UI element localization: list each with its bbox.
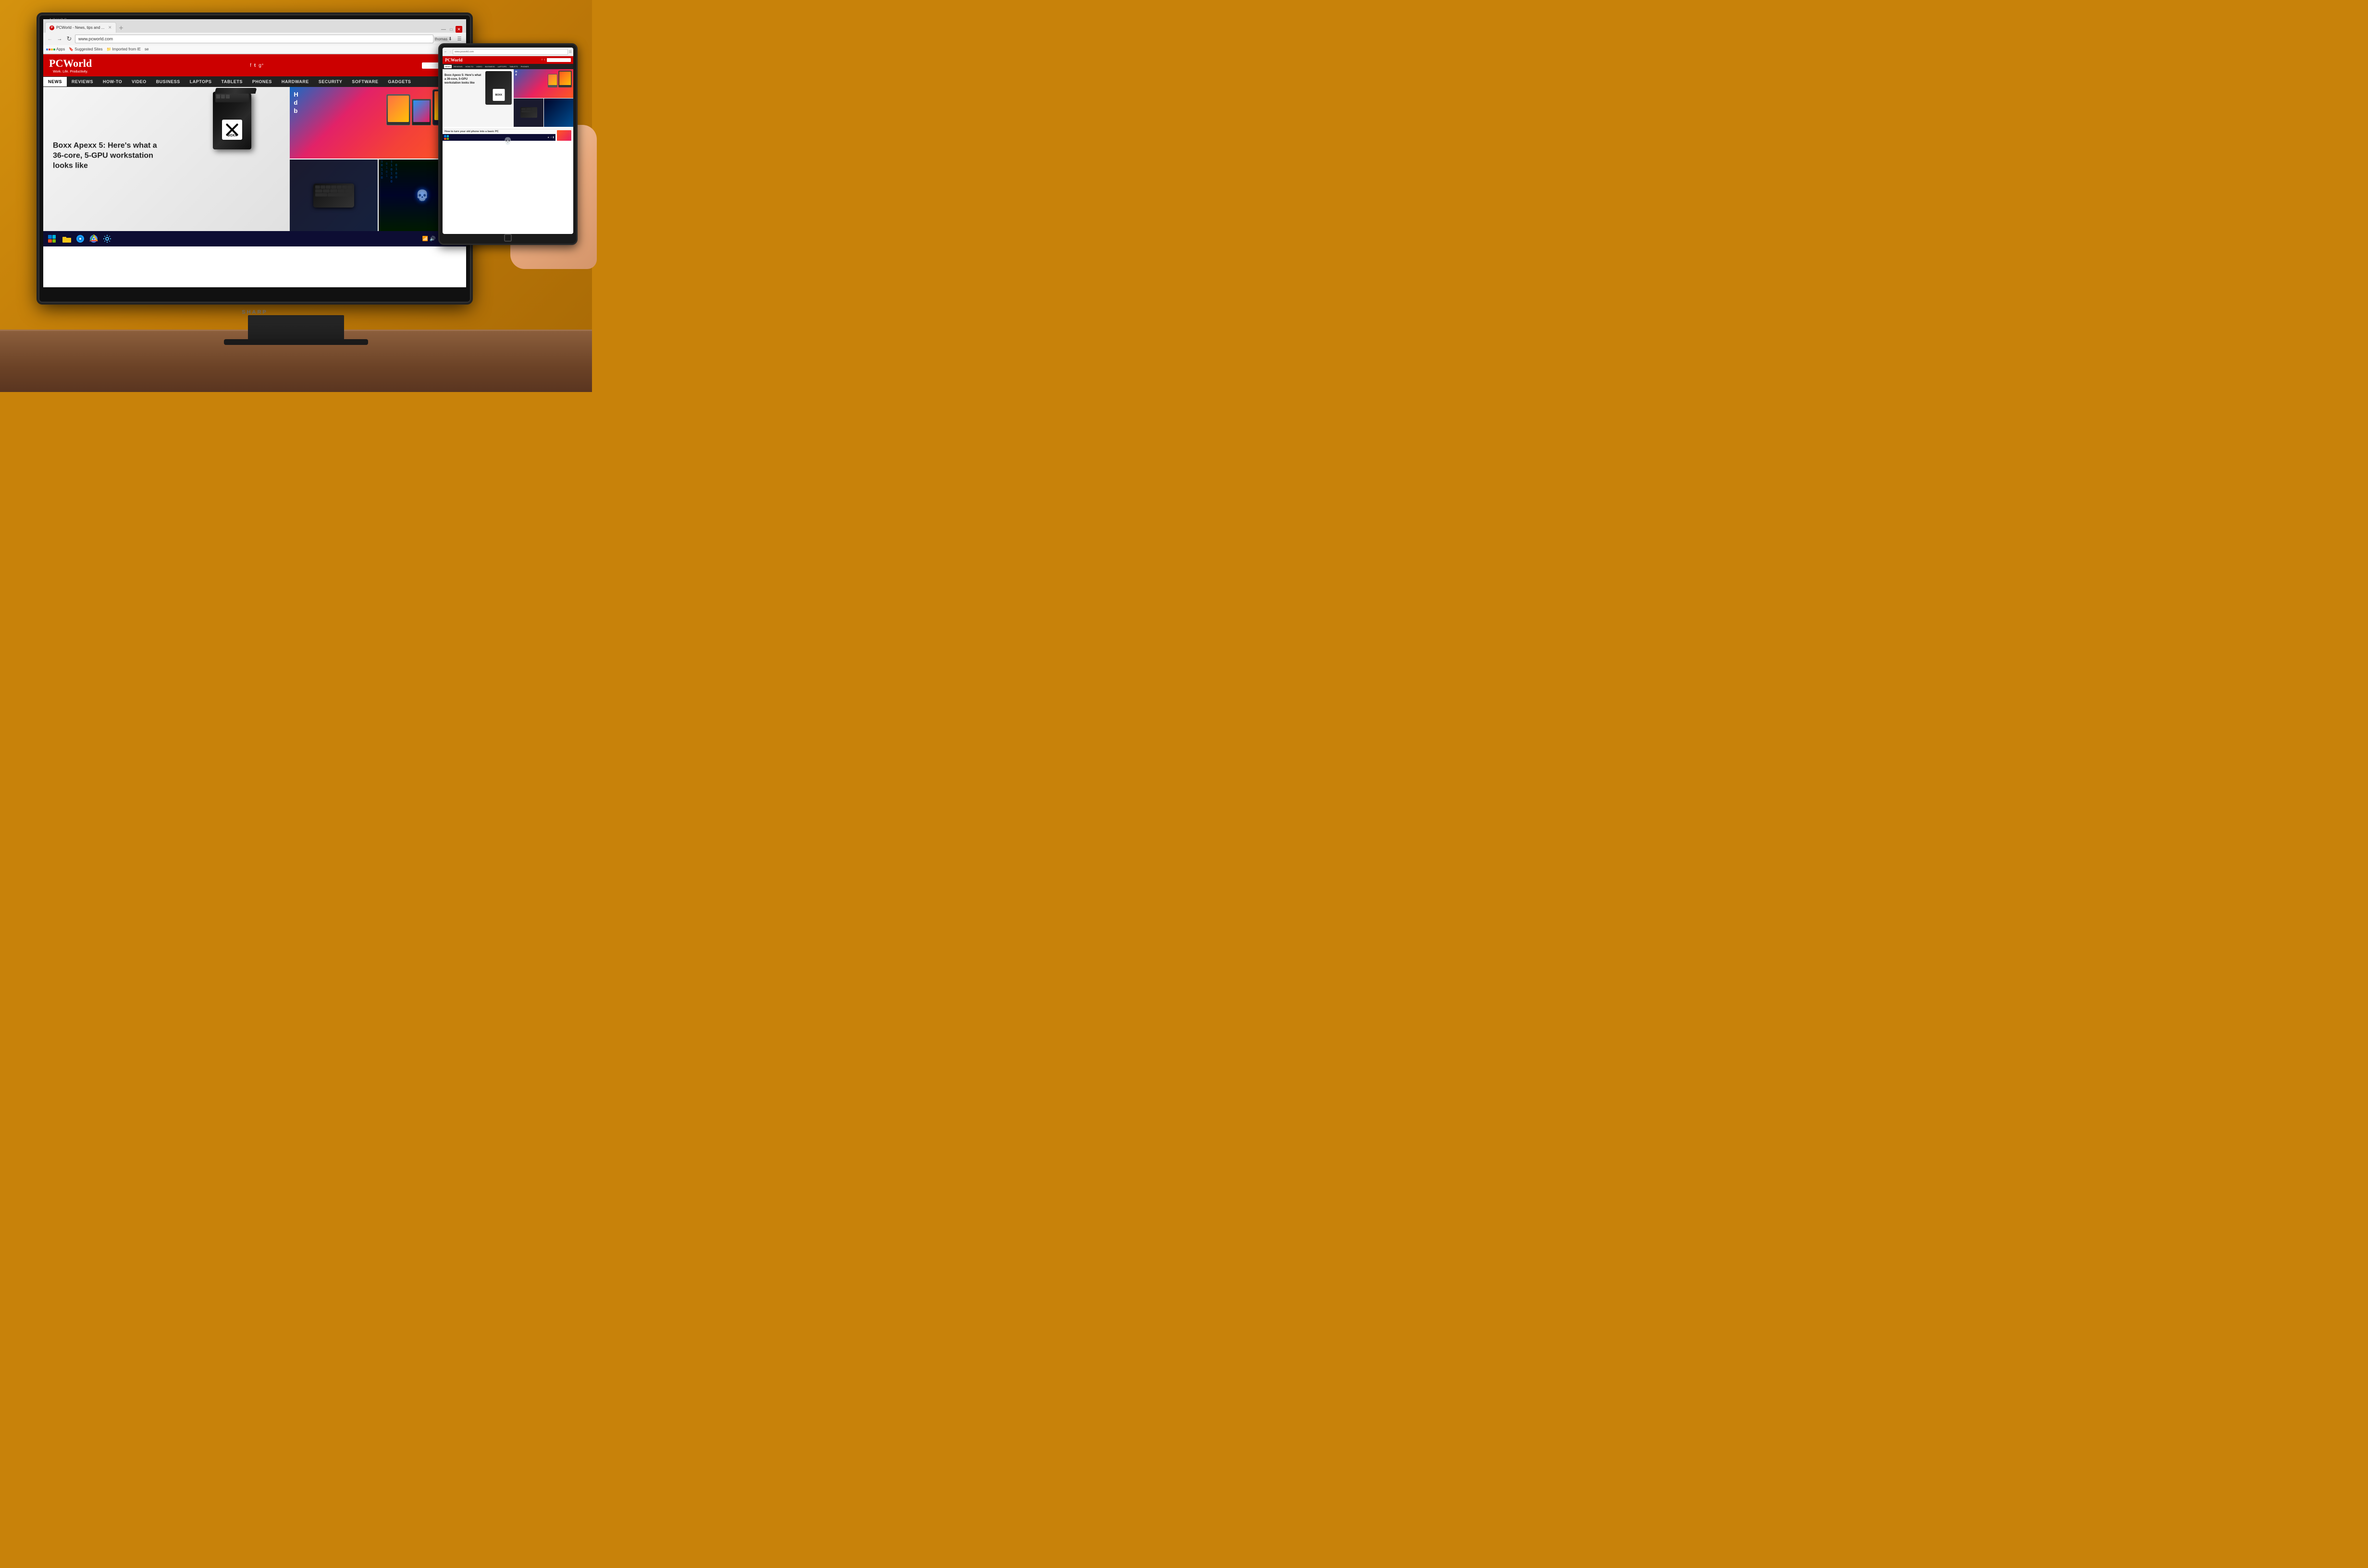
pcworld-navigation: NEWS REVIEWS HOW-TO VIDEO BUSINESS LAPTO… [43,76,466,87]
tablet-content-area: BOXX Boxx Apexx 5: Here's what a 36-core… [443,69,573,127]
browser-toolbar: ← → ↻ thomas ⬇ ☰ [43,33,466,45]
nav-business[interactable]: BUSINESS [151,77,185,86]
nav-hardware[interactable]: HARDWARE [277,77,314,86]
other-label: se [145,47,148,51]
browser-tab-pcworld[interactable]: P PCWorld - News, tips and ... ✕ [45,22,116,33]
tv-stand-base [224,339,368,345]
start-button[interactable] [45,232,59,245]
hero-headline-text: Boxx Apexx 5: Here's what a 36-core, 5-G… [53,141,159,171]
tv-screen: P PCWorld - News, tips and ... ✕ — □ ✕ [43,19,466,287]
pcworld-header-wrapper: PCWorld Work. Life. Productivity. f t g⁺… [43,54,466,76]
bookmark-suggested[interactable]: 🔖 Suggested Sites [69,47,102,51]
tab-title: PCWorld - News, tips and ... [56,25,104,30]
facebook-icon[interactable]: f [250,63,251,68]
tablet-side-articles: Hd [514,69,573,127]
hero-article-section: BOXX [43,87,290,231]
pcworld-tagline: Work. Life. Productivity. [49,70,92,74]
bookmark-apps[interactable]: Apps [46,47,65,51]
tablet-device[interactable]: ← → www.pcworld.com ☰ PCWorld f t [438,43,578,245]
address-bar[interactable] [75,35,433,43]
suggested-label: Suggested Sites [74,47,102,51]
windows-logo-icon [48,235,56,243]
tab-favicon: P [49,25,54,30]
tablet-screen: ← → www.pcworld.com ☰ PCWorld f t [443,48,573,234]
nav-video[interactable]: VIDEO [127,77,151,86]
pcworld-website: PCWorld Work. Life. Productivity. f t g⁺… [43,54,466,246]
nav-gadgets[interactable]: GADGETS [383,77,416,86]
bookmark-other[interactable]: se [145,47,148,51]
scene: AQUOS P PCWorld - News, tips and ... ✕ [0,0,592,392]
tablet-in-hand: ← → www.pcworld.com ☰ PCWorld f t [429,29,592,269]
googleplus-icon[interactable]: g⁺ [259,63,264,68]
tv-brand-label: SHARP [242,309,268,315]
browser-tabs-bar: P PCWorld - News, tips and ... ✕ — □ ✕ [43,19,466,33]
tv: AQUOS P PCWorld - News, tips and ... ✕ [38,14,471,303]
nav-howto[interactable]: HOW-TO [98,77,127,86]
taskbar-chrome[interactable] [87,233,100,245]
bookmark-imported[interactable]: 📁 Imported from IE [106,47,141,51]
tab-close-button[interactable]: ✕ [108,25,112,30]
nav-phones[interactable]: PHONES [247,77,277,86]
taskbar-pinned-icons [61,233,113,245]
nav-software[interactable]: SOFTWARE [347,77,383,86]
taskbar-settings[interactable] [101,233,113,245]
keyboard-article-image [290,159,377,231]
imported-label: Imported from IE [112,47,141,51]
apps-label: Apps [56,47,65,51]
browser-chrome: P PCWorld - News, tips and ... ✕ — □ ✕ [43,19,466,54]
tablet-side-bottom: 💀 [514,98,573,127]
pcworld-header: PCWorld Work. Life. Productivity. f t g⁺… [43,54,466,76]
hero-image: BOXX [43,87,290,231]
network-tray-icon[interactable]: 📶 [422,236,428,242]
taskbar-file-explorer[interactable] [61,233,73,245]
nav-tablets[interactable]: TABLETS [217,77,247,86]
pcworld-social-icons: f t g⁺ [250,63,264,68]
tablet-devices-visual [548,71,572,87]
pcworld-logo-area: PCWorld Work. Life. Productivity. [49,57,92,74]
nav-laptops[interactable]: LAPTOPS [185,77,217,86]
boxx-computer-image: BOXX [213,92,251,149]
pcworld-main-content: BOXX [43,87,466,231]
bookmarks-bar: Apps 🔖 Suggested Sites 📁 Imported from I… [43,45,466,54]
taskbar-steam[interactable] [74,233,86,245]
taskbar: 📶 🔊 🔋 10:42 AM 10/15/2014 [43,231,466,246]
refresh-button[interactable]: ↻ [65,35,73,43]
nav-security[interactable]: SECURITY [314,77,347,86]
tablet-home-button[interactable] [504,234,512,242]
new-tab-button[interactable] [116,23,126,33]
forward-button[interactable]: → [56,35,63,43]
nav-news[interactable]: NEWS [43,77,67,86]
nav-reviews[interactable]: REVIEWS [67,77,98,86]
back-button[interactable]: ← [46,35,54,43]
pcworld-logo: PCWorld [49,57,92,70]
apps-icon [46,49,55,50]
tablet-sub-skull: 💀 [544,98,573,127]
side-top-text: Hdb [294,91,298,115]
twitter-icon[interactable]: t [254,63,256,68]
